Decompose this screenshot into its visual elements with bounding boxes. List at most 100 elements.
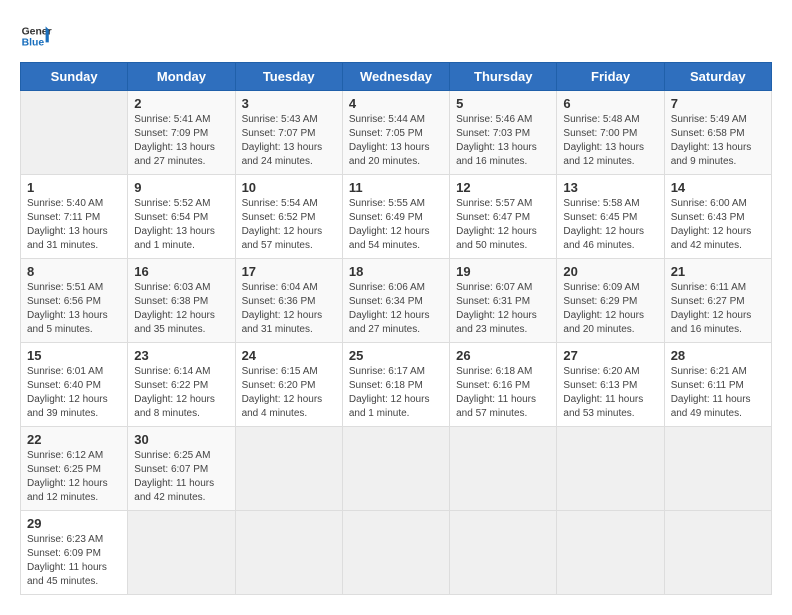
calendar-row: 8 Sunrise: 5:51 AM Sunset: 6:56 PM Daylig… [21, 259, 772, 343]
calendar-cell: 22 Sunrise: 6:12 AM Sunset: 6:25 PM Dayli… [21, 427, 128, 511]
day-number: 4 [349, 96, 443, 111]
cell-content: Sunrise: 5:52 AM Sunset: 6:54 PM Dayligh… [134, 197, 228, 253]
calendar-cell [664, 427, 771, 511]
calendar-row: 15 Sunrise: 6:01 AM Sunset: 6:40 PM Dayli… [21, 343, 772, 427]
calendar-cell: 14Sunrise: 6:00 AM Sunset: 6:43 PM Dayli… [664, 175, 771, 259]
cell-content: Sunrise: 6:00 AM Sunset: 6:43 PM Dayligh… [671, 197, 765, 253]
day-number: 21 [671, 264, 765, 279]
calendar-cell: 13 Sunrise: 5:58 AM Sunset: 6:45 PM Dayli… [557, 175, 664, 259]
day-number: 29 [27, 516, 121, 531]
weekday-header-cell: Thursday [450, 63, 557, 91]
calendar-cell: 2 Sunrise: 5:41 AM Sunset: 7:09 PM Daylig… [128, 91, 235, 175]
day-number: 23 [134, 348, 228, 363]
cell-content: Sunrise: 5:41 AM Sunset: 7:09 PM Dayligh… [134, 113, 228, 169]
svg-text:Blue: Blue [22, 38, 45, 49]
day-number: 28 [671, 348, 765, 363]
day-number: 10 [242, 180, 336, 195]
cell-content: Sunrise: 6:23 AM Sunset: 6:09 PM Dayligh… [27, 533, 121, 589]
calendar-cell: 15 Sunrise: 6:01 AM Sunset: 6:40 PM Dayli… [21, 343, 128, 427]
cell-content: Sunrise: 6:18 AM Sunset: 6:16 PM Dayligh… [456, 365, 550, 421]
calendar-cell: 28 Sunrise: 6:21 AM Sunset: 6:11 PM Dayli… [664, 343, 771, 427]
cell-content: Sunrise: 5:40 AM Sunset: 7:11 PM Dayligh… [27, 197, 121, 253]
day-number: 30 [134, 432, 228, 447]
calendar-cell: 21 Sunrise: 6:11 AM Sunset: 6:27 PM Dayli… [664, 259, 771, 343]
cell-content: Sunrise: 5:44 AM Sunset: 7:05 PM Dayligh… [349, 113, 443, 169]
day-number: 3 [242, 96, 336, 111]
calendar-cell [557, 427, 664, 511]
day-number: 17 [242, 264, 336, 279]
cell-content: Sunrise: 5:54 AM Sunset: 6:52 PM Dayligh… [242, 197, 336, 253]
calendar-cell [235, 427, 342, 511]
calendar-cell: 16 Sunrise: 6:03 AM Sunset: 6:38 PM Dayli… [128, 259, 235, 343]
weekday-header-cell: Tuesday [235, 63, 342, 91]
calendar-cell: 19 Sunrise: 6:07 AM Sunset: 6:31 PM Dayli… [450, 259, 557, 343]
day-number: 11 [349, 180, 443, 195]
calendar-cell: 1 Sunrise: 5:40 AM Sunset: 7:11 PM Daylig… [21, 175, 128, 259]
day-number: 19 [456, 264, 550, 279]
calendar-cell: 6 Sunrise: 5:48 AM Sunset: 7:00 PM Daylig… [557, 91, 664, 175]
calendar-body: 2 Sunrise: 5:41 AM Sunset: 7:09 PM Daylig… [21, 91, 772, 595]
header: General Blue [20, 20, 772, 52]
logo-icon: General Blue [20, 20, 52, 52]
day-number: 24 [242, 348, 336, 363]
cell-content: Sunrise: 5:43 AM Sunset: 7:07 PM Dayligh… [242, 113, 336, 169]
cell-content: Sunrise: 6:07 AM Sunset: 6:31 PM Dayligh… [456, 281, 550, 337]
calendar-cell: 26Sunrise: 6:18 AM Sunset: 6:16 PM Dayli… [450, 343, 557, 427]
calendar-cell: 4 Sunrise: 5:44 AM Sunset: 7:05 PM Daylig… [342, 91, 449, 175]
calendar-cell: 11 Sunrise: 5:55 AM Sunset: 6:49 PM Dayli… [342, 175, 449, 259]
day-number: 2 [134, 96, 228, 111]
calendar-cell: 27Sunrise: 6:20 AM Sunset: 6:13 PM Dayli… [557, 343, 664, 427]
day-number: 9 [134, 180, 228, 195]
cell-content: Sunrise: 5:58 AM Sunset: 6:45 PM Dayligh… [563, 197, 657, 253]
calendar-cell: 5 Sunrise: 5:46 AM Sunset: 7:03 PM Daylig… [450, 91, 557, 175]
calendar-cell: 24 Sunrise: 6:15 AM Sunset: 6:20 PM Dayli… [235, 343, 342, 427]
calendar-row: 2 Sunrise: 5:41 AM Sunset: 7:09 PM Daylig… [21, 91, 772, 175]
calendar-row: 29 Sunrise: 6:23 AM Sunset: 6:09 PM Dayli… [21, 511, 772, 595]
cell-content: Sunrise: 6:03 AM Sunset: 6:38 PM Dayligh… [134, 281, 228, 337]
day-number: 12 [456, 180, 550, 195]
weekday-header-cell: Monday [128, 63, 235, 91]
calendar-table: SundayMondayTuesdayWednesdayThursdayFrid… [20, 62, 772, 595]
day-number: 22 [27, 432, 121, 447]
weekday-header-cell: Sunday [21, 63, 128, 91]
day-number: 6 [563, 96, 657, 111]
cell-content: Sunrise: 5:55 AM Sunset: 6:49 PM Dayligh… [349, 197, 443, 253]
calendar-cell [128, 511, 235, 595]
calendar-cell: 25Sunrise: 6:17 AM Sunset: 6:18 PM Dayli… [342, 343, 449, 427]
day-number: 8 [27, 264, 121, 279]
logo: General Blue [20, 20, 52, 52]
cell-content: Sunrise: 6:01 AM Sunset: 6:40 PM Dayligh… [27, 365, 121, 421]
calendar-cell: 29 Sunrise: 6:23 AM Sunset: 6:09 PM Dayli… [21, 511, 128, 595]
calendar-cell: 7Sunrise: 5:49 AM Sunset: 6:58 PM Daylig… [664, 91, 771, 175]
weekday-header-row: SundayMondayTuesdayWednesdayThursdayFrid… [21, 63, 772, 91]
cell-content: Sunrise: 6:14 AM Sunset: 6:22 PM Dayligh… [134, 365, 228, 421]
day-number: 15 [27, 348, 121, 363]
day-number: 5 [456, 96, 550, 111]
day-number: 13 [563, 180, 657, 195]
day-number: 1 [27, 180, 121, 195]
calendar-cell: 8 Sunrise: 5:51 AM Sunset: 6:56 PM Daylig… [21, 259, 128, 343]
day-number: 27 [563, 348, 657, 363]
calendar-row: 22 Sunrise: 6:12 AM Sunset: 6:25 PM Dayli… [21, 427, 772, 511]
calendar-cell [342, 511, 449, 595]
calendar-cell: 10 Sunrise: 5:54 AM Sunset: 6:52 PM Dayli… [235, 175, 342, 259]
cell-content: Sunrise: 5:46 AM Sunset: 7:03 PM Dayligh… [456, 113, 550, 169]
weekday-header-cell: Saturday [664, 63, 771, 91]
calendar-cell: 9 Sunrise: 5:52 AM Sunset: 6:54 PM Daylig… [128, 175, 235, 259]
cell-content: Sunrise: 5:51 AM Sunset: 6:56 PM Dayligh… [27, 281, 121, 337]
calendar-cell [450, 511, 557, 595]
cell-content: Sunrise: 6:04 AM Sunset: 6:36 PM Dayligh… [242, 281, 336, 337]
cell-content: Sunrise: 6:11 AM Sunset: 6:27 PM Dayligh… [671, 281, 765, 337]
calendar-cell: 30Sunrise: 6:25 AM Sunset: 6:07 PM Dayli… [128, 427, 235, 511]
cell-content: Sunrise: 6:06 AM Sunset: 6:34 PM Dayligh… [349, 281, 443, 337]
day-number: 16 [134, 264, 228, 279]
day-number: 18 [349, 264, 443, 279]
cell-content: Sunrise: 6:12 AM Sunset: 6:25 PM Dayligh… [27, 449, 121, 505]
weekday-header-cell: Wednesday [342, 63, 449, 91]
cell-content: Sunrise: 6:15 AM Sunset: 6:20 PM Dayligh… [242, 365, 336, 421]
calendar-cell [21, 91, 128, 175]
cell-content: Sunrise: 5:48 AM Sunset: 7:00 PM Dayligh… [563, 113, 657, 169]
calendar-cell [557, 511, 664, 595]
cell-content: Sunrise: 6:21 AM Sunset: 6:11 PM Dayligh… [671, 365, 765, 421]
calendar-cell [235, 511, 342, 595]
